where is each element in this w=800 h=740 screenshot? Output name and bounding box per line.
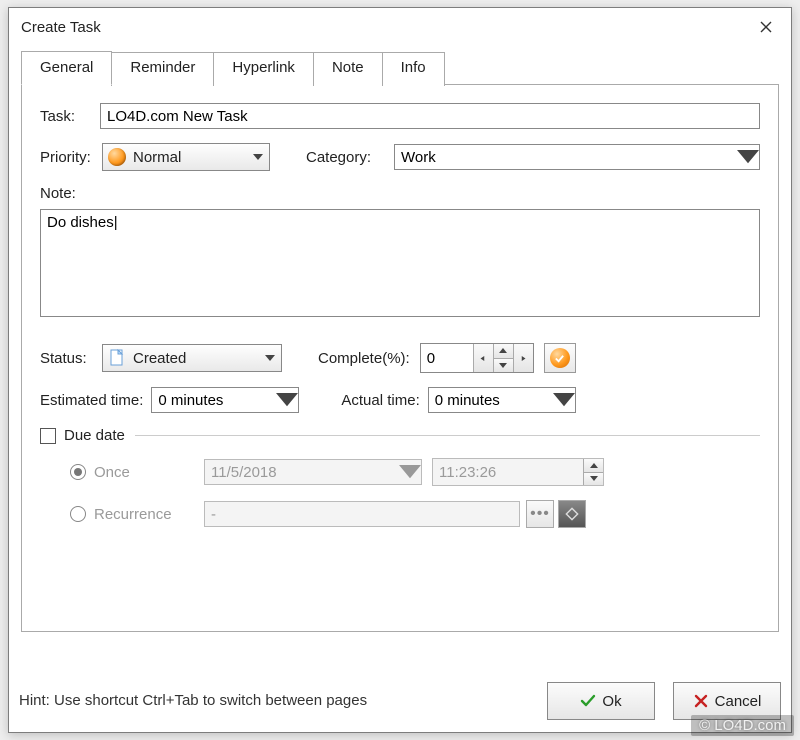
complete-value: 0 — [421, 344, 473, 372]
once-radio[interactable] — [70, 464, 86, 480]
spin-up-button[interactable] — [584, 459, 603, 472]
chevron-down-icon — [276, 393, 298, 406]
tab-label: Info — [401, 59, 426, 76]
actual-time-label: Actual time: — [341, 392, 419, 409]
tab-hyperlink[interactable]: Hyperlink — [213, 52, 314, 86]
ok-button[interactable]: Ok — [547, 682, 655, 720]
category-combo[interactable]: Work — [394, 144, 760, 170]
cancel-icon — [693, 693, 709, 709]
chevron-down-icon — [399, 465, 421, 478]
close-icon — [760, 21, 772, 33]
titlebar: Create Task — [9, 8, 791, 46]
spin-right-button[interactable] — [513, 344, 533, 372]
due-time-value: 11:23:26 — [433, 459, 583, 485]
tab-label: Note — [332, 59, 364, 76]
diamond-icon — [565, 507, 579, 521]
recurrence-browse-button[interactable]: ••• — [526, 500, 554, 528]
priority-value: Normal — [127, 149, 247, 166]
watermark: © LO4D.com — [691, 715, 794, 736]
recurrence-field[interactable]: - — [204, 501, 520, 527]
once-label: Once — [94, 464, 204, 481]
recurrence-label: Recurrence — [94, 506, 204, 523]
chevron-down-icon — [737, 150, 759, 163]
status-value: Created — [127, 350, 259, 367]
complete-label: Complete(%): — [318, 350, 410, 367]
spin-up-button[interactable] — [494, 344, 513, 358]
tab-strip: General Reminder Hyperlink Note Info — [21, 50, 779, 84]
due-date-label: Due date — [64, 427, 125, 444]
status-label: Status: — [40, 350, 102, 367]
document-icon — [107, 348, 127, 368]
estimated-time-label: Estimated time: — [40, 392, 143, 409]
chevron-down-icon — [553, 393, 575, 406]
note-text: Do dishes — [47, 214, 118, 231]
check-icon — [580, 693, 596, 709]
tab-reminder[interactable]: Reminder — [111, 52, 214, 86]
complete-spinner[interactable]: 0 — [420, 343, 534, 373]
chevron-down-icon — [259, 355, 281, 361]
actual-time-value: 0 minutes — [429, 392, 553, 409]
window-title: Create Task — [21, 19, 101, 36]
checkmark-icon — [550, 348, 570, 368]
task-input[interactable] — [100, 103, 760, 129]
priority-combo[interactable]: Normal — [102, 143, 270, 171]
cancel-label: Cancel — [715, 693, 762, 710]
ellipsis-icon: ••• — [530, 505, 550, 523]
spin-down-button[interactable] — [584, 472, 603, 486]
category-value: Work — [395, 149, 737, 166]
tab-label: Reminder — [130, 59, 195, 76]
recurrence-clear-button[interactable] — [558, 500, 586, 528]
spin-left-button[interactable] — [473, 344, 493, 372]
priority-normal-icon — [107, 147, 127, 167]
tab-note[interactable]: Note — [313, 52, 383, 86]
create-task-dialog: Create Task General Reminder Hyperlink N… — [8, 7, 792, 733]
mark-complete-button[interactable] — [544, 343, 576, 373]
note-textarea[interactable]: Do dishes — [40, 209, 760, 317]
category-label: Category: — [306, 149, 394, 166]
spin-down-button[interactable] — [494, 358, 513, 373]
tab-panel-general: Task: Priority: Normal Category: Work — [21, 84, 779, 632]
due-time-spinner[interactable]: 11:23:26 — [432, 458, 604, 486]
divider — [135, 435, 760, 436]
tab-label: General — [40, 59, 93, 76]
due-date-picker[interactable]: 11/5/2018 — [204, 459, 422, 485]
tab-label: Hyperlink — [232, 59, 295, 76]
ok-label: Ok — [602, 693, 621, 710]
due-date-checkbox[interactable] — [40, 428, 56, 444]
tab-info[interactable]: Info — [382, 52, 445, 86]
recurrence-value: - — [205, 506, 519, 523]
dialog-footer: Hint: Use shortcut Ctrl+Tab to switch be… — [19, 682, 781, 720]
close-button[interactable] — [743, 11, 789, 43]
actual-time-combo[interactable]: 0 minutes — [428, 387, 576, 413]
recurrence-radio[interactable] — [70, 506, 86, 522]
estimated-time-combo[interactable]: 0 minutes — [151, 387, 299, 413]
note-label: Note: — [40, 185, 76, 202]
due-date-value: 11/5/2018 — [205, 464, 399, 481]
estimated-time-value: 0 minutes — [152, 392, 276, 409]
chevron-down-icon — [247, 154, 269, 160]
task-label: Task: — [40, 108, 100, 125]
dialog-body: General Reminder Hyperlink Note Info Tas… — [21, 50, 779, 654]
status-combo[interactable]: Created — [102, 344, 282, 372]
priority-label: Priority: — [40, 149, 102, 166]
hint-text: Hint: Use shortcut Ctrl+Tab to switch be… — [19, 691, 367, 711]
tab-general[interactable]: General — [21, 51, 112, 85]
